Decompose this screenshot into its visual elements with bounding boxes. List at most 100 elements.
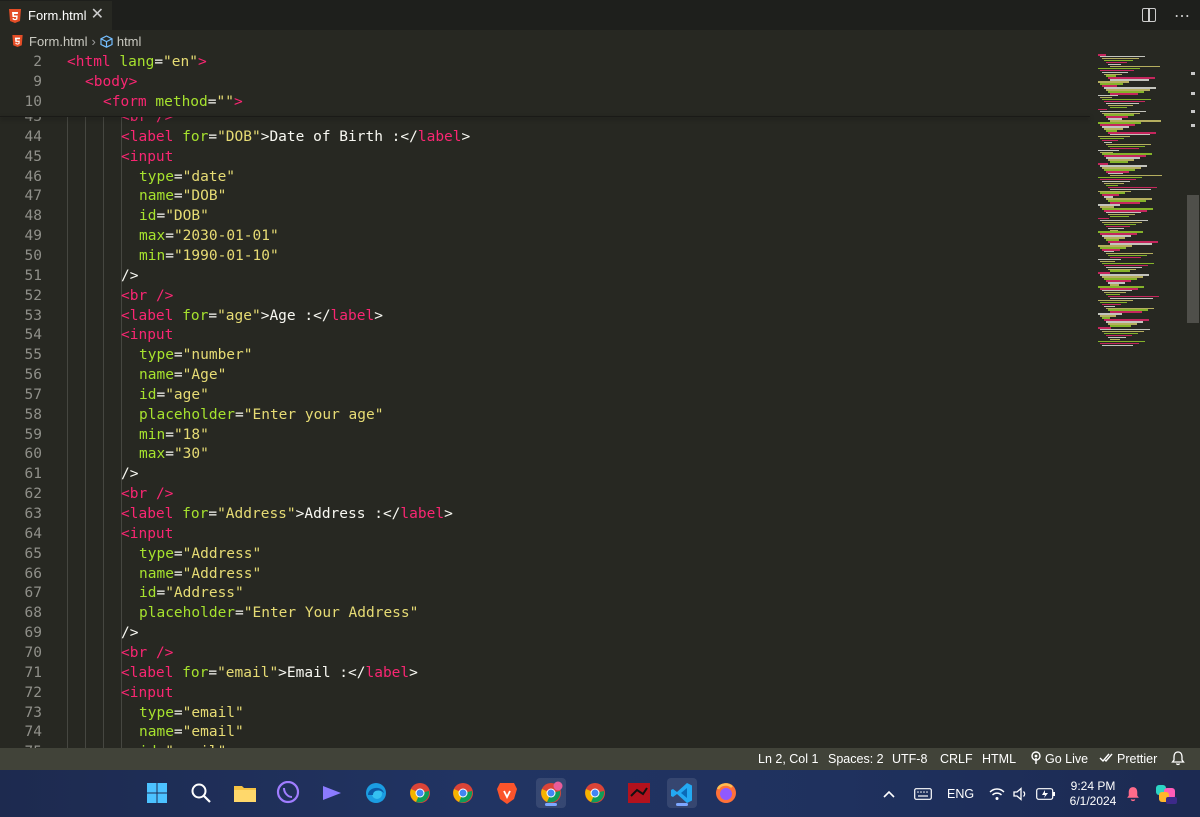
- code-text[interactable]: />: [121, 464, 138, 484]
- brave-icon[interactable]: [492, 778, 522, 808]
- code-text[interactable]: type="email": [139, 703, 244, 723]
- language-mode[interactable]: HTML: [982, 751, 1016, 767]
- sticky-line-10[interactable]: 10 <form method="">: [0, 92, 1090, 112]
- code-line-73[interactable]: 73 type="email": [0, 703, 1090, 723]
- line-number[interactable]: 68: [0, 603, 42, 623]
- code-line-46[interactable]: 46 type="date": [0, 167, 1090, 187]
- line-number[interactable]: 64: [0, 524, 42, 544]
- line-number[interactable]: 63: [0, 504, 42, 524]
- line-number[interactable]: 69: [0, 623, 42, 643]
- code-text[interactable]: type="date": [139, 167, 235, 187]
- code-line-50[interactable]: 50 min="1990-01-10": [0, 246, 1090, 266]
- code-text[interactable]: <input: [121, 325, 173, 345]
- code-line-72[interactable]: 72 <input: [0, 683, 1090, 703]
- chrome-profile-3-icon[interactable]: [580, 778, 610, 808]
- line-number[interactable]: 65: [0, 544, 42, 564]
- code-text[interactable]: <label for="age">Age :</label>: [121, 306, 383, 326]
- code-text[interactable]: />: [121, 623, 138, 643]
- bell-icon[interactable]: [1171, 751, 1185, 770]
- code-line-57[interactable]: 57 id="age": [0, 385, 1090, 405]
- code-line-56[interactable]: 56 name="Age": [0, 365, 1090, 385]
- line-number[interactable]: 53: [0, 306, 42, 326]
- code-text[interactable]: <label for="DOB">Date of Birth :</label>: [121, 127, 470, 147]
- indentation-setting[interactable]: Spaces: 2: [828, 751, 884, 767]
- line-number[interactable]: 55: [0, 345, 42, 365]
- code-line-54[interactable]: 54 <input: [0, 325, 1090, 345]
- split-editor-icon[interactable]: [1142, 8, 1156, 22]
- line-number[interactable]: 52: [0, 286, 42, 306]
- line-number[interactable]: 61: [0, 464, 42, 484]
- close-icon[interactable]: ✕: [91, 7, 104, 23]
- line-number[interactable]: 51: [0, 266, 42, 286]
- line-number[interactable]: 54: [0, 325, 42, 345]
- sticky-scroll-header[interactable]: 2 <html lang="en"> 9 <body> 10 <form method="…: [0, 52, 1090, 116]
- breadcrumb-file[interactable]: Form.html: [29, 34, 88, 49]
- line-number[interactable]: 2: [0, 52, 42, 72]
- code-line-51[interactable]: 51 />: [0, 266, 1090, 286]
- code-text[interactable]: <input: [121, 683, 173, 703]
- code-line-63[interactable]: 63 <label for="Address">Address :</label>: [0, 504, 1090, 524]
- line-number[interactable]: 66: [0, 564, 42, 584]
- line-number[interactable]: 74: [0, 722, 42, 742]
- viber-icon[interactable]: [273, 778, 303, 808]
- code-line-48[interactable]: 48 id="DOB": [0, 206, 1090, 226]
- chrome-profile-2-icon[interactable]: [536, 778, 566, 808]
- code-line-53[interactable]: 53 <label for="age">Age :</label>: [0, 306, 1090, 326]
- code-line-60[interactable]: 60 max="30": [0, 444, 1090, 464]
- scrollbar-thumb[interactable]: [1187, 195, 1199, 323]
- code-text[interactable]: placeholder="Enter your age": [139, 405, 383, 425]
- code-line-59[interactable]: 59 min="18": [0, 425, 1090, 445]
- line-number[interactable]: 9: [0, 72, 42, 92]
- code-text[interactable]: name="DOB": [139, 186, 226, 206]
- language-indicator[interactable]: ENG: [947, 770, 974, 817]
- firefox-icon[interactable]: [711, 778, 741, 808]
- code-text[interactable]: type="number": [139, 345, 253, 365]
- vscode-icon[interactable]: [667, 778, 697, 808]
- code-text[interactable]: name="Age": [139, 365, 226, 385]
- code-text[interactable]: <br />: [121, 286, 173, 306]
- code-line-71[interactable]: 71 <label for="email">Email :</label>: [0, 663, 1090, 683]
- code-text[interactable]: placeholder="Enter Your Address": [139, 603, 418, 623]
- code-text[interactable]: <input: [121, 524, 173, 544]
- clock[interactable]: 9:24 PM 6/1/2024: [1063, 779, 1123, 809]
- code-text[interactable]: <label for="Address">Address :</label>: [121, 504, 453, 524]
- code-area[interactable]: 43 <br /> 44 <label for="DOB">Date of Birth…: [0, 52, 1090, 748]
- code-line-70[interactable]: 70 <br />: [0, 643, 1090, 663]
- line-number[interactable]: 48: [0, 206, 42, 226]
- line-number[interactable]: 50: [0, 246, 42, 266]
- code-line-45[interactable]: 45 <input: [0, 147, 1090, 167]
- line-number[interactable]: 49: [0, 226, 42, 246]
- go-live-button[interactable]: Go Live: [1045, 751, 1088, 767]
- eol-setting[interactable]: CRLF: [940, 751, 973, 767]
- code-text[interactable]: name="email": [139, 722, 244, 742]
- notification-app-icon[interactable]: [317, 778, 347, 808]
- volume-icon[interactable]: [1013, 770, 1029, 817]
- code-line-67[interactable]: 67 id="Address": [0, 583, 1090, 603]
- code-line-47[interactable]: 47 name="DOB": [0, 186, 1090, 206]
- code-text[interactable]: />: [121, 266, 138, 286]
- line-number[interactable]: 62: [0, 484, 42, 504]
- line-number[interactable]: 70: [0, 643, 42, 663]
- line-number[interactable]: 71: [0, 663, 42, 683]
- code-editor[interactable]: 43 <br /> 44 <label for="DOB">Date of Birth…: [0, 52, 1200, 748]
- chrome-icon[interactable]: [448, 778, 478, 808]
- line-number[interactable]: 10: [0, 92, 42, 112]
- vertical-scrollbar[interactable]: [1186, 52, 1200, 748]
- code-text[interactable]: min="18": [139, 425, 209, 445]
- line-number[interactable]: 60: [0, 444, 42, 464]
- edge-icon[interactable]: [361, 778, 391, 808]
- code-text[interactable]: max="2030-01-01": [139, 226, 279, 246]
- code-text[interactable]: min="1990-01-10": [139, 246, 279, 266]
- sticky-line-2[interactable]: 2 <html lang="en">: [0, 52, 1090, 72]
- encoding-setting[interactable]: UTF-8: [892, 751, 927, 767]
- windows-start-icon[interactable]: [142, 778, 172, 808]
- code-text[interactable]: <html lang="en">: [67, 52, 207, 72]
- wifi-icon[interactable]: [989, 770, 1005, 817]
- line-number[interactable]: 59: [0, 425, 42, 445]
- tab-form-html[interactable]: Form.html ✕: [0, 0, 112, 30]
- code-line-49[interactable]: 49 max="2030-01-01": [0, 226, 1090, 246]
- minimap[interactable]: [1094, 52, 1186, 347]
- code-line-65[interactable]: 65 type="Address": [0, 544, 1090, 564]
- code-text[interactable]: max="30": [139, 444, 209, 464]
- code-text[interactable]: <label for="email">Email :</label>: [121, 663, 418, 683]
